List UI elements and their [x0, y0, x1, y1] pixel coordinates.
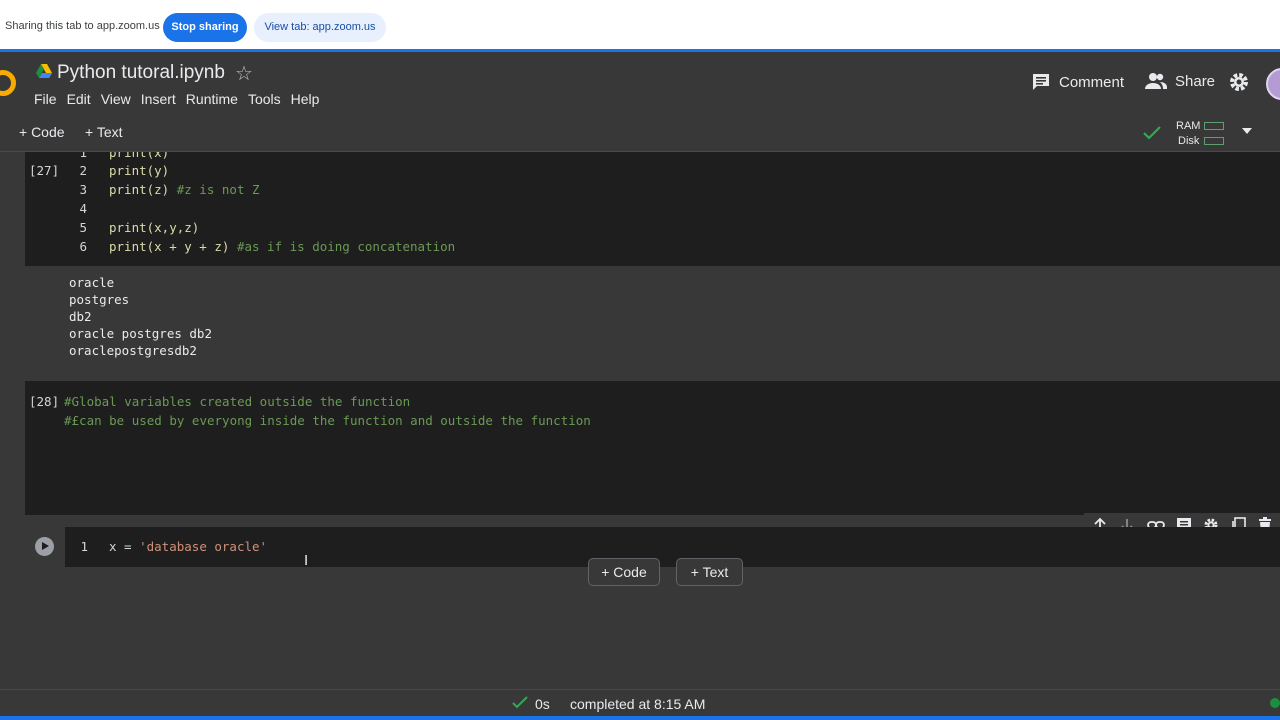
code-line: print(x,y,z) [109, 220, 200, 235]
code-comment: #z is not Z [176, 182, 260, 197]
menu-tools[interactable]: Tools [248, 91, 281, 107]
view-tab-button[interactable]: View tab: app.zoom.us [254, 13, 386, 42]
check-icon [512, 696, 528, 709]
insert-code-cell-button[interactable]: + Code [588, 558, 660, 586]
line-number: 1 [80, 539, 88, 554]
line-number: 6 [79, 239, 87, 254]
output-line: postgres [69, 292, 130, 307]
execution-count: [28] [29, 394, 60, 409]
output-line: oracle postgres db2 [69, 326, 212, 341]
text-cursor-icon: I [304, 552, 309, 569]
code-string: 'database oracle' [139, 539, 268, 554]
drive-icon[interactable] [36, 64, 52, 78]
connected-check-icon [1143, 126, 1161, 140]
line-number: 2 [79, 163, 87, 178]
people-icon [1145, 73, 1167, 89]
code-line: #Global variables created outside the fu… [64, 394, 411, 409]
share-label: Share [1175, 72, 1216, 90]
output-line: oracle [69, 275, 115, 290]
code-text: print(x + y + z) [109, 239, 237, 254]
ram-bar [1204, 122, 1224, 130]
sharing-status-text: Sharing this tab to app.zoom.us [5, 20, 160, 32]
code-line: print(z) #z is not Z [109, 182, 260, 197]
add-text-button[interactable]: + Text [85, 124, 123, 140]
chevron-down-icon[interactable] [1242, 128, 1252, 134]
line-number: 1 [79, 152, 87, 160]
code-line: #£can be used by everyong inside the fun… [64, 413, 591, 428]
play-icon [42, 542, 49, 550]
code-cell-28[interactable]: [28] #Global variables created outside t… [25, 381, 1280, 515]
execution-count: [27] [29, 163, 60, 178]
notebook-title[interactable]: Python tutoral.ipynb [57, 62, 225, 84]
execution-time[interactable]: 0s [535, 696, 550, 712]
menu-view[interactable]: View [101, 91, 131, 107]
share-button[interactable]: Share [1145, 72, 1215, 90]
line-number: 5 [79, 220, 87, 235]
cell-output: oracle postgres db2 oracle postgres db2 … [25, 266, 1280, 370]
code-comment: #as if is doing concatenation [236, 239, 456, 254]
code-line: print(y) [109, 163, 170, 178]
gear-icon[interactable] [1228, 71, 1250, 93]
line-number: 4 [79, 201, 87, 216]
code-editor[interactable]: x = 'database oracle' [109, 539, 267, 554]
menu-file[interactable]: File [34, 91, 57, 107]
screen-share-bar: Sharing this tab to app.zoom.us Stop sha… [0, 0, 1280, 52]
menu-insert[interactable]: Insert [141, 91, 176, 107]
code-cell-27[interactable]: [27] 1 print(x) 2 print(y) 3 print(z) #z… [25, 152, 1280, 266]
output-line: oraclepostgresdb2 [69, 343, 197, 358]
code-line: print(x) [109, 152, 170, 160]
line-number: 3 [79, 182, 87, 197]
star-icon[interactable]: ☆ [235, 61, 253, 86]
completed-status[interactable]: completed at 8:15 AM [570, 696, 705, 712]
resource-monitor[interactable]: RAM Disk [1176, 119, 1200, 149]
menu-bar: File Edit View Insert Runtime Tools Help [34, 91, 329, 107]
code-line: print(x + y + z) #as if is doing concate… [109, 239, 455, 254]
share-border [0, 716, 1280, 720]
ram-label: RAM [1176, 120, 1201, 132]
comment-label: Comment [1059, 73, 1125, 91]
comment-button[interactable]: Comment [1031, 72, 1124, 92]
disk-label: Disk [1178, 135, 1200, 147]
notebook-toolbar [0, 118, 1280, 152]
code-text: x = [109, 539, 140, 554]
stop-sharing-button[interactable]: Stop sharing [163, 13, 247, 42]
menu-edit[interactable]: Edit [67, 91, 91, 107]
insert-text-cell-button[interactable]: + Text [676, 558, 743, 586]
output-line: db2 [69, 309, 92, 324]
add-code-button[interactable]: + Code [19, 124, 65, 140]
comment-icon [1033, 74, 1049, 90]
menu-help[interactable]: Help [291, 91, 320, 107]
disk-bar [1204, 137, 1224, 145]
code-text: print(z) [109, 182, 177, 197]
connection-indicator [1270, 698, 1280, 708]
menu-runtime[interactable]: Runtime [186, 91, 238, 107]
